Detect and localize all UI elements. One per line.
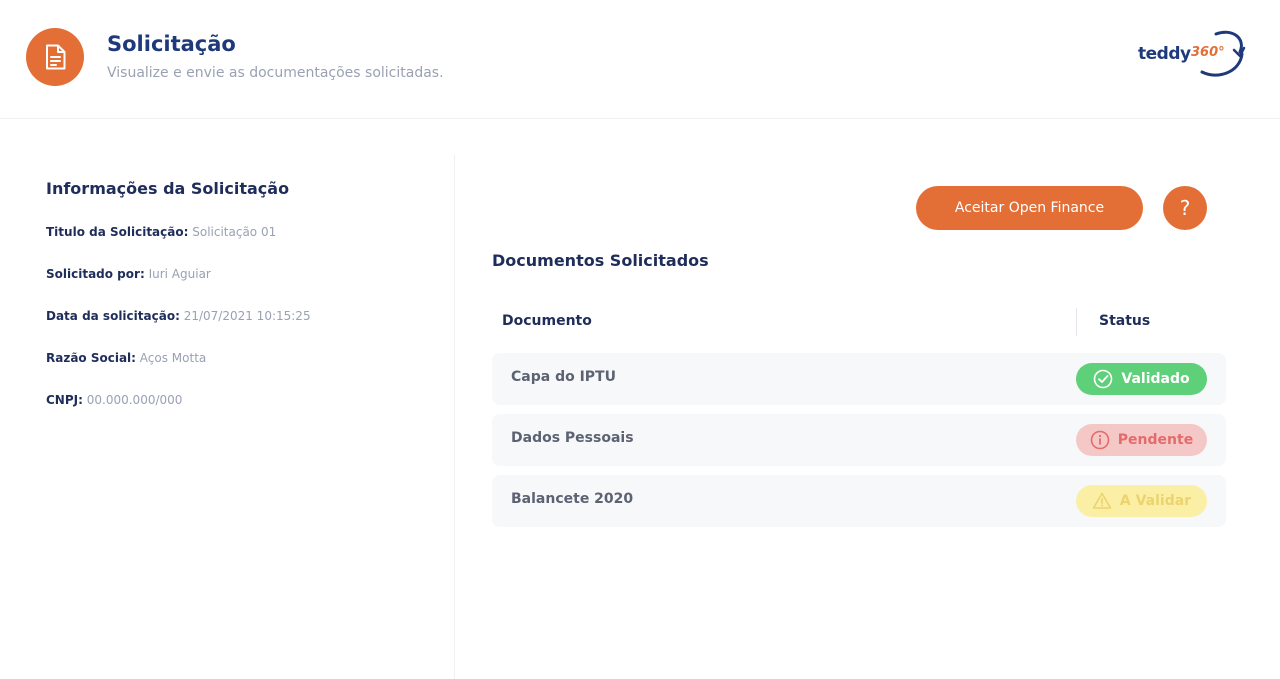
info-title: Informações da Solicitação — [46, 179, 290, 198]
info-label: CNPJ: — [46, 393, 83, 407]
status-text: Validado — [1121, 371, 1190, 387]
vertical-divider — [454, 155, 455, 679]
document-name: Dados Pessoais — [511, 430, 634, 446]
page-subtitle: Visualize e envie as documentações solic… — [107, 65, 444, 81]
document-icon — [26, 28, 84, 86]
info-value: 00.000.000/000 — [86, 393, 183, 407]
table-row[interactable]: Capa do IPTU Validado — [492, 353, 1226, 405]
status-text: Pendente — [1117, 432, 1194, 448]
column-header-status: Status — [1099, 313, 1151, 329]
table-row[interactable]: Balancete 2020 A Validar — [492, 475, 1226, 527]
status-text: A Validar — [1119, 493, 1192, 509]
info-field-company: Razão Social: Aços Motta — [46, 351, 206, 365]
info-label: Titulo da Solicitação: — [46, 225, 189, 239]
logo-text: teddy — [1138, 44, 1191, 64]
info-field-title: Titulo da Solicitação: Solicitação 01 — [46, 225, 276, 239]
document-name: Capa do IPTU — [511, 369, 616, 385]
check-circle-icon — [1094, 369, 1113, 389]
column-header-document: Documento — [502, 313, 592, 329]
info-label: Data da solicitação: — [46, 309, 180, 323]
warning-triangle-icon — [1092, 492, 1112, 509]
info-field-date: Data da solicitação: 21/07/2021 10:15:25 — [46, 309, 311, 323]
info-circle-icon — [1090, 430, 1110, 450]
status-badge: Pendente — [1076, 424, 1207, 456]
logo-number: 360° — [1191, 45, 1225, 60]
info-value: Aços Motta — [139, 351, 207, 365]
info-field-cnpj: CNPJ: 00.000.000/000 — [46, 393, 182, 407]
documents-title: Documentos Solicitados — [492, 251, 709, 270]
info-label: Solicitado por: — [46, 267, 145, 281]
info-value: Iuri Aguiar — [148, 267, 211, 281]
info-value: Solicitação 01 — [192, 225, 277, 239]
accept-open-finance-button[interactable]: Aceitar Open Finance — [916, 186, 1143, 230]
page-title: Solicitação — [107, 32, 236, 56]
table-row[interactable]: Dados Pessoais Pendente — [492, 414, 1226, 466]
document-name: Balancete 2020 — [511, 491, 634, 507]
info-label: Razão Social: — [46, 351, 136, 365]
teddy360-logo: teddy 360° — [1136, 26, 1248, 84]
info-field-requester: Solicitado por: Iuri Aguiar — [46, 267, 211, 281]
status-badge: Validado — [1076, 363, 1207, 395]
help-button[interactable]: ? — [1163, 186, 1207, 230]
info-value: 21/07/2021 10:15:25 — [183, 309, 311, 323]
column-separator — [1076, 308, 1077, 336]
page-header: Solicitação Visualize e envie as documen… — [0, 0, 1280, 119]
status-badge: A Validar — [1076, 485, 1207, 517]
